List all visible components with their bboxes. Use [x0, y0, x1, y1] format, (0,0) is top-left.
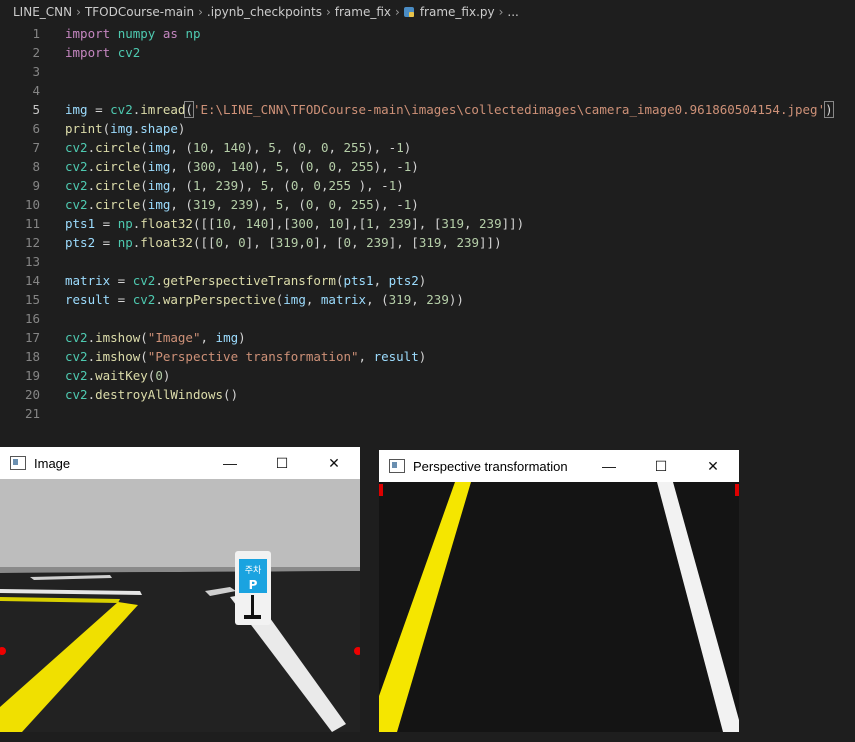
line-number: 11	[24, 216, 40, 231]
breadcrumb-item-tfodcourse[interactable]: TFODCourse-main	[85, 5, 194, 19]
chevron-right-icon: ›	[498, 5, 504, 19]
image-window[interactable]: Image — ☐ ✕ 주차 P	[0, 447, 360, 732]
line-number: 10	[24, 197, 40, 212]
code-text[interactable]: cv2.imshow("Perspective transformation",…	[65, 347, 426, 366]
app-icon	[10, 456, 26, 470]
line-number: 13	[24, 254, 40, 269]
line-number: 4	[32, 83, 40, 98]
code-text[interactable]: import cv2	[65, 43, 140, 62]
line-number: 14	[24, 273, 40, 288]
line-number: 15	[24, 292, 40, 307]
line-number: 19	[24, 368, 40, 383]
line-number: 17	[24, 330, 40, 345]
code-line[interactable]: 14 matrix = cv2.getPerspectiveTransform(p…	[0, 271, 855, 290]
code-line[interactable]: 1 import numpy as np	[0, 24, 855, 43]
code-line[interactable]: 11 pts1 = np.float32([[10, 140],[300, 10]…	[0, 214, 855, 233]
code-text[interactable]: cv2.circle(img, (300, 140), 5, (0, 0, 25…	[65, 157, 419, 176]
code-text[interactable]: img = cv2.imread('E:\LINE_CNN\TFODCourse…	[65, 100, 834, 119]
maximize-button[interactable]: ☐	[635, 450, 687, 482]
code-text[interactable]: cv2.circle(img, (10, 140), 5, (0, 0, 255…	[65, 138, 411, 157]
line-number: 7	[32, 140, 40, 155]
line-number: 1	[32, 26, 40, 41]
code-text[interactable]: pts1 = np.float32([[10, 140],[300, 10],[…	[65, 214, 524, 233]
code-line[interactable]: 10 cv2.circle(img, (319, 239), 5, (0, 0, …	[0, 195, 855, 214]
close-button[interactable]: ✕	[687, 450, 739, 482]
code-text[interactable]: matrix = cv2.getPerspectiveTransform(pts…	[65, 271, 426, 290]
breadcrumb-item-symbols[interactable]: ...	[507, 5, 518, 19]
maximize-button[interactable]: ☐	[256, 447, 308, 479]
window-titlebar[interactable]: Image — ☐ ✕	[0, 447, 360, 479]
perspective-window[interactable]: Perspective transformation — ☐ ✕	[379, 450, 739, 732]
chevron-right-icon: ›	[76, 5, 81, 19]
code-line[interactable]: 4	[0, 81, 855, 100]
line-number: 21	[24, 406, 40, 421]
code-editor[interactable]: 1 import numpy as np 2 import cv2 3 4 5 img…	[0, 24, 855, 423]
code-line[interactable]: 19 cv2.waitKey(0)	[0, 366, 855, 385]
code-line[interactable]: 18 cv2.imshow("Perspective transformation…	[0, 347, 855, 366]
minimize-button[interactable]: —	[204, 447, 256, 479]
code-text[interactable]: cv2.circle(img, (319, 239), 5, (0, 0, 25…	[65, 195, 419, 214]
transformed-image	[379, 482, 739, 732]
chevron-right-icon: ›	[198, 5, 203, 19]
code-line[interactable]: 6 print(img.shape)	[0, 119, 855, 138]
window-titlebar[interactable]: Perspective transformation — ☐ ✕	[379, 450, 739, 482]
line-number: 8	[32, 159, 40, 174]
line-number: 6	[32, 121, 40, 136]
app-icon	[389, 459, 405, 473]
code-line[interactable]: 20 cv2.destroyAllWindows()	[0, 385, 855, 404]
minimize-button[interactable]: —	[583, 450, 635, 482]
python-file-icon	[403, 7, 414, 17]
code-line[interactable]: 7 cv2.circle(img, (10, 140), 5, (0, 0, 25…	[0, 138, 855, 157]
chevron-right-icon: ›	[395, 5, 400, 19]
code-line-active[interactable]: 5 img = cv2.imread('E:\LINE_CNN\TFODCours…	[0, 100, 855, 119]
breadcrumb-item-frame-fix[interactable]: frame_fix	[335, 5, 391, 19]
breadcrumb-item-file[interactable]: frame_fix.py	[420, 5, 495, 19]
window-title: Image	[34, 455, 71, 471]
line-number: 3	[32, 64, 40, 79]
code-text[interactable]: print(img.shape)	[65, 119, 185, 138]
code-line[interactable]: 17 cv2.imshow("Image", img)	[0, 328, 855, 347]
line-number: 5	[32, 102, 40, 117]
code-text[interactable]: cv2.circle(img, (1, 239), 5, (0, 0,255 )…	[65, 176, 404, 195]
line-number: 16	[24, 311, 40, 326]
line-number: 2	[32, 45, 40, 60]
line-number: 12	[24, 235, 40, 250]
code-text[interactable]: result = cv2.warpPerspective(img, matrix…	[65, 290, 464, 309]
sign-text: 주차	[245, 564, 262, 576]
breadcrumb: LINE_CNN › TFODCourse-main › .ipynb_chec…	[0, 0, 855, 24]
code-line[interactable]: 21	[0, 404, 855, 423]
line-number: 20	[24, 387, 40, 402]
close-button[interactable]: ✕	[308, 447, 360, 479]
code-line[interactable]: 9 cv2.circle(img, (1, 239), 5, (0, 0,255 …	[0, 176, 855, 195]
code-line[interactable]: 15 result = cv2.warpPerspective(img, matr…	[0, 290, 855, 309]
code-text[interactable]: cv2.waitKey(0)	[65, 366, 170, 385]
code-line[interactable]: 3	[0, 62, 855, 81]
chevron-right-icon: ›	[325, 5, 331, 19]
code-line[interactable]: 2 import cv2	[0, 43, 855, 62]
line-number: 18	[24, 349, 40, 364]
code-line[interactable]: 8 cv2.circle(img, (300, 140), 5, (0, 0, 2…	[0, 157, 855, 176]
breadcrumb-item-checkpoints[interactable]: .ipynb_checkpoints	[207, 5, 322, 19]
window-title: Perspective transformation	[413, 458, 568, 474]
code-text[interactable]: cv2.imshow("Image", img)	[65, 328, 246, 347]
code-line[interactable]: 12 pts2 = np.float32([[0, 0], [319,0], [0…	[0, 233, 855, 252]
code-text[interactable]: import numpy as np	[65, 24, 201, 43]
code-text[interactable]: pts2 = np.float32([[0, 0], [319,0], [0, …	[65, 233, 502, 252]
camera-image: 주차 P	[0, 479, 360, 732]
sign-letter: P	[249, 578, 258, 592]
breadcrumb-item-line-cnn[interactable]: LINE_CNN	[13, 5, 72, 19]
line-number: 9	[32, 178, 40, 193]
code-line[interactable]: 13	[0, 252, 855, 271]
code-line[interactable]: 16	[0, 309, 855, 328]
code-text[interactable]: cv2.destroyAllWindows()	[65, 385, 238, 404]
parking-sign: 주차 P	[235, 551, 271, 625]
